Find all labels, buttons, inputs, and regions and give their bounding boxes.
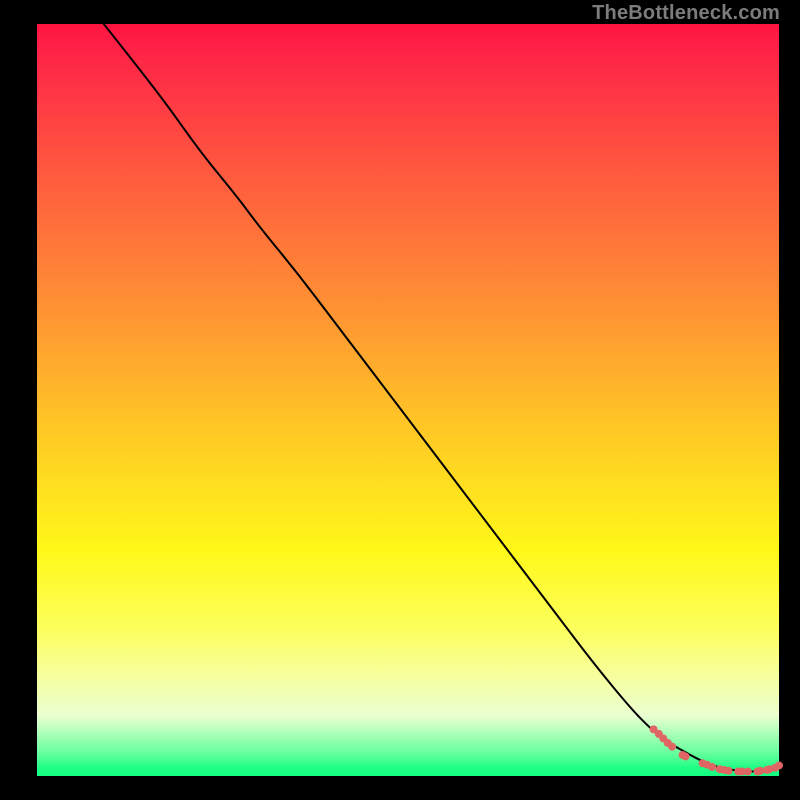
chart-frame: TheBottleneck.com <box>0 0 800 800</box>
plot-area <box>37 24 779 776</box>
attribution-label: TheBottleneck.com <box>592 2 780 25</box>
